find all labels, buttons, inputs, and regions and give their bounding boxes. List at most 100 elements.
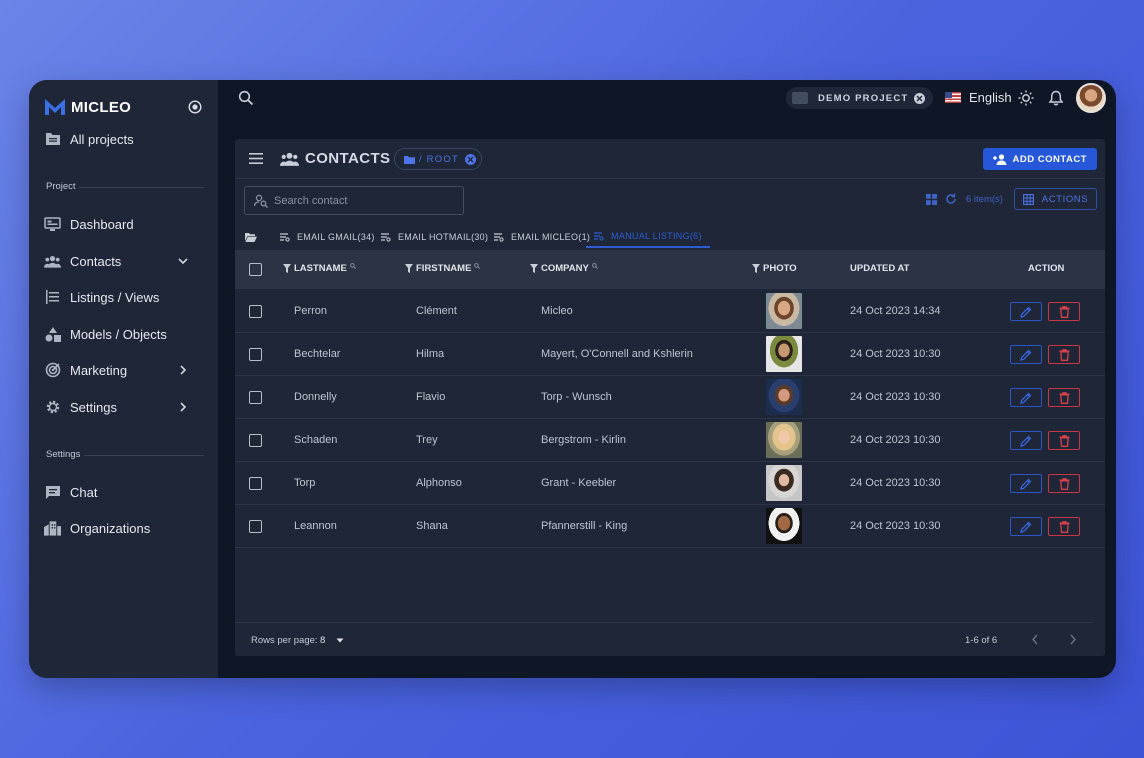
sidebar-item-chat[interactable]: Chat <box>29 478 218 506</box>
sidebar-item-models[interactable]: Models / Objects <box>29 320 218 348</box>
search-contact-field[interactable] <box>244 186 464 215</box>
search-input[interactable] <box>274 194 454 207</box>
chat-icon <box>44 484 61 501</box>
tab-folder[interactable] <box>245 226 264 248</box>
caret-down-icon[interactable] <box>336 636 344 644</box>
user-search-icon <box>254 194 268 208</box>
column-lastname[interactable]: LASTNAME <box>283 263 356 274</box>
delete-button[interactable] <box>1048 302 1080 321</box>
radio-target-icon[interactable] <box>188 100 202 114</box>
tab-manual-listing[interactable]: MANUAL LISTING(6) <box>586 226 710 248</box>
pencil-icon <box>1020 392 1032 404</box>
chevron-right-icon <box>180 365 187 375</box>
column-firstname[interactable]: FIRSTNAME <box>405 263 481 274</box>
sidebar-item-label: Chat <box>70 484 98 500</box>
column-label: FIRSTNAME <box>416 263 472 274</box>
search-icon[interactable] <box>238 90 254 106</box>
filter-icon[interactable] <box>283 264 291 273</box>
cell-lastname: Bechtelar <box>294 348 341 360</box>
row-checkbox[interactable] <box>249 520 262 533</box>
row-checkbox[interactable] <box>249 348 262 361</box>
row-checkbox[interactable] <box>249 391 262 404</box>
row-checkbox[interactable] <box>249 305 262 318</box>
chevron-left-icon[interactable] <box>1031 634 1039 645</box>
edit-button[interactable] <box>1010 474 1042 493</box>
refresh-icon[interactable] <box>945 193 957 205</box>
sidebar-item-organizations[interactable]: Organizations <box>29 514 218 542</box>
trash-icon <box>1059 391 1069 404</box>
table-row[interactable]: Perron Clément Micleo 24 Oct 2023 14:34 <box>235 290 1105 333</box>
table-header: LASTNAME FIRSTNAME COMPANY PHOTO UPDATED… <box>235 250 1105 289</box>
contact-photo <box>766 293 802 329</box>
column-label: COMPANY <box>541 263 589 274</box>
close-icon[interactable] <box>464 153 476 165</box>
language-selector[interactable]: English <box>945 90 1012 105</box>
tab-email-hotmail[interactable]: EMAIL HOTMAIL(30) <box>381 226 488 248</box>
column-company[interactable]: COMPANY <box>530 263 598 274</box>
menu-icon[interactable] <box>249 153 263 164</box>
delete-button[interactable] <box>1048 388 1080 407</box>
delete-button[interactable] <box>1048 431 1080 450</box>
filter-list-icon <box>594 231 604 241</box>
chevron-right-icon[interactable] <box>1069 634 1077 645</box>
language-label: English <box>969 90 1012 105</box>
sidebar-item-label: Marketing <box>70 362 128 378</box>
edit-button[interactable] <box>1010 302 1042 321</box>
table-row[interactable]: Leannon Shana Pfannerstill - King 24 Oct… <box>235 505 1105 548</box>
add-contact-button[interactable]: ADD CONTACT <box>982 148 1097 170</box>
grid-view-icon[interactable] <box>926 194 937 205</box>
sidebar-item-label: Organizations <box>70 520 151 536</box>
delete-button[interactable] <box>1048 345 1080 364</box>
cell-firstname: Alphonso <box>416 477 462 489</box>
theme-toggle-icon[interactable] <box>1018 90 1034 106</box>
filter-list-icon <box>381 232 391 242</box>
tab-email-micleo[interactable]: EMAIL MICLEO(1) <box>494 226 590 248</box>
select-all-checkbox[interactable] <box>249 263 262 276</box>
pencil-icon <box>1020 349 1032 361</box>
column-updated-at[interactable]: UPDATED AT <box>850 263 909 274</box>
brand[interactable]: MICLEO <box>29 88 218 126</box>
sidebar-item-listings[interactable]: Listings / Views <box>29 283 218 311</box>
main-area: DEMO PROJECT English CONTACTS / ROOT ADD… <box>218 80 1116 678</box>
actions-button[interactable]: ACTIONS <box>1014 188 1097 210</box>
sidebar-item-marketing[interactable]: Marketing <box>29 356 218 384</box>
cell-updated-at: 24 Oct 2023 10:30 <box>850 391 941 403</box>
delete-button[interactable] <box>1048 474 1080 493</box>
divider <box>79 187 204 188</box>
filter-icon[interactable] <box>405 264 413 273</box>
sidebar-item-settings[interactable]: Settings <box>29 393 218 421</box>
table-row[interactable]: Schaden Trey Bergstrom - Kirlin 24 Oct 2… <box>235 419 1105 462</box>
close-icon[interactable] <box>914 92 926 104</box>
column-photo[interactable]: PHOTO <box>752 263 797 274</box>
filter-icon[interactable] <box>530 264 538 273</box>
edit-button[interactable] <box>1010 517 1042 536</box>
people-icon <box>280 152 299 166</box>
sidebar-item-dashboard[interactable]: Dashboard <box>29 210 218 238</box>
column-label: ACTION <box>1028 263 1065 274</box>
sidebar-item-contacts[interactable]: Contacts <box>29 247 218 275</box>
edit-button[interactable] <box>1010 388 1042 407</box>
bell-icon[interactable] <box>1048 90 1064 106</box>
cell-firstname: Clément <box>416 305 457 317</box>
root-folder-chip[interactable]: / ROOT <box>394 148 482 170</box>
table-row[interactable]: Donnelly Flavio Torp - Wunsch 24 Oct 202… <box>235 376 1105 419</box>
rows-per-page-select[interactable]: 8 <box>320 635 325 646</box>
table-row[interactable]: Bechtelar Hilma Mayert, O'Connell and Ks… <box>235 333 1105 376</box>
edit-button[interactable] <box>1010 431 1042 450</box>
root-chip-label: / ROOT <box>419 153 459 165</box>
tab-email-gmail[interactable]: EMAIL GMAIL(34) <box>280 226 375 248</box>
row-checkbox[interactable] <box>249 477 262 490</box>
search-icon[interactable] <box>349 263 356 269</box>
search-icon[interactable] <box>474 263 481 269</box>
edit-button[interactable] <box>1010 345 1042 364</box>
user-avatar[interactable] <box>1076 83 1106 113</box>
project-chip[interactable]: DEMO PROJECT <box>786 87 934 109</box>
filter-icon[interactable] <box>752 264 760 273</box>
listing-tabs: EMAIL GMAIL(34) EMAIL HOTMAIL(30) EMAIL … <box>235 226 1105 248</box>
add-user-icon <box>992 153 1007 165</box>
row-checkbox[interactable] <box>249 434 262 447</box>
table-row[interactable]: Torp Alphonso Grant - Keebler 24 Oct 202… <box>235 462 1105 505</box>
search-icon[interactable] <box>592 263 598 269</box>
sidebar-item-all-projects[interactable]: All projects <box>29 125 218 153</box>
delete-button[interactable] <box>1048 517 1080 536</box>
